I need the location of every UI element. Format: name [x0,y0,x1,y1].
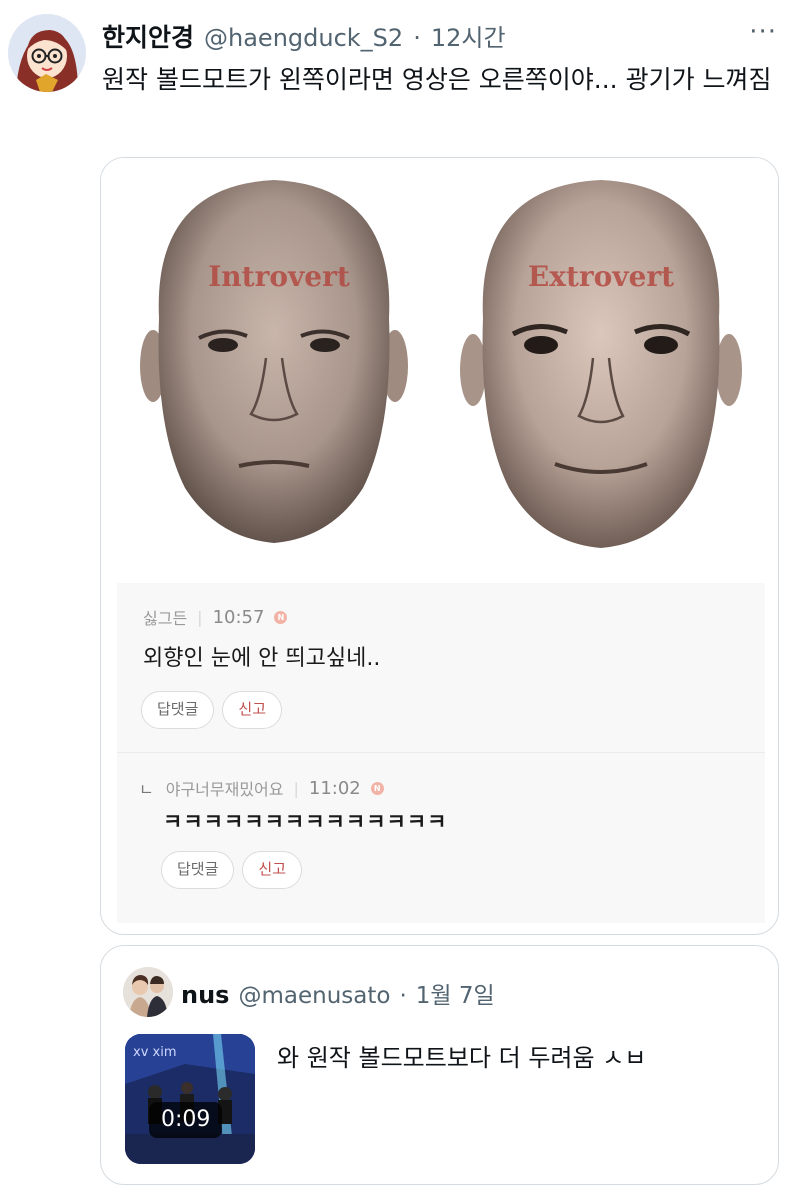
quoted-tweet-header: nus @maenusato · 1월 7일 [181,976,495,1010]
tweet-text: 원작 볼드모트가 왼쪽이라면 영상은 오른쪽이야... 광기가 느껴짐 [102,65,772,94]
comment-actions: 답댓글 신고 [161,851,303,889]
couple-photo-icon [123,967,173,1017]
cartoon-avatar-icon [8,14,86,92]
comment-author: 싫그든 [143,609,188,628]
comment-item: 싫그든 | 10:57 N 외향인 눈에 안 띄고싶네.. 답댓글 신고 [117,583,765,753]
extrovert-label: Extrovert [528,260,674,293]
author-name[interactable]: 한지안경 [102,18,194,54]
comment-time: 10:57 [212,606,265,628]
tweet-header: 한지안경 @haengduck_S2 · 12시간 [102,18,506,52]
comment-text: 외향인 눈에 안 띄고싶네.. [143,646,381,671]
quoted-tweet[interactable]: nus @maenusato · 1월 7일 xv xim 0:09 와 원작 … [100,945,779,1185]
comment-meta: ㄴ 야구너무재밌어요 | 11:02 N [139,776,384,800]
report-button: 신고 [242,851,303,889]
new-badge-icon: N [370,781,384,795]
tweet-media[interactable]: Introvert Extrovert 싫그든 | 10:57 N 외향인 눈에… [100,157,779,935]
quoted-tweet-date[interactable]: 1월 7일 [416,976,495,1010]
author-handle[interactable]: @haengduck_S2 [204,24,403,52]
separator-dot: · [413,24,421,52]
new-badge-icon: N [274,610,288,624]
video-thumbnail[interactable]: xv xim 0:09 [125,1034,255,1164]
introvert-label: Introvert [208,260,350,293]
thumbnail-watermark: xv xim [133,1045,177,1060]
comment-item: ㄴ 야구너무재밌어요 | 11:02 N ㅋㅋㅋㅋㅋㅋㅋㅋㅋㅋㅋㅋㅋㅋ 답댓글 … [117,754,765,922]
author-avatar[interactable] [8,14,86,92]
quoted-tweet-text: 와 원작 볼드모트보다 더 두려움 ㅅㅂ [277,1044,647,1072]
report-button: 신고 [222,691,283,729]
comment-list: 싫그든 | 10:57 N 외향인 눈에 안 띄고싶네.. 답댓글 신고 ㄴ 야… [117,583,765,923]
comment-text: ㅋㅋㅋㅋㅋㅋㅋㅋㅋㅋㅋㅋㅋㅋ [163,810,448,834]
video-duration: 0:09 [149,1102,223,1138]
meta-divider: | [197,607,203,627]
separator-dot: · [399,983,407,1009]
tweet-timestamp[interactable]: 12시간 [431,18,506,53]
reply-marker: ㄴ [139,780,154,799]
quoted-author-handle[interactable]: @maenusato [238,983,390,1009]
video-frame-icon: xv xim [125,1034,255,1164]
quoted-author-name[interactable]: nus [181,981,229,1009]
meta-divider: | [293,778,299,798]
comment-author: 야구너무재밌어요 [165,780,284,799]
tweet[interactable]: 한지안경 @haengduck_S2 · 12시간 ··· 원작 볼드모트가 왼… [0,0,799,1199]
faces-image: Introvert Extrovert [101,158,778,583]
comment-actions: 답댓글 신고 [141,691,283,729]
comment-time: 11:02 [308,777,361,799]
quoted-author-avatar[interactable] [123,967,173,1017]
comment-meta: 싫그든 | 10:57 N [143,605,288,629]
more-options-icon[interactable]: ··· [749,19,777,45]
reply-button: 답댓글 [141,691,215,729]
reply-button: 답댓글 [161,851,235,889]
